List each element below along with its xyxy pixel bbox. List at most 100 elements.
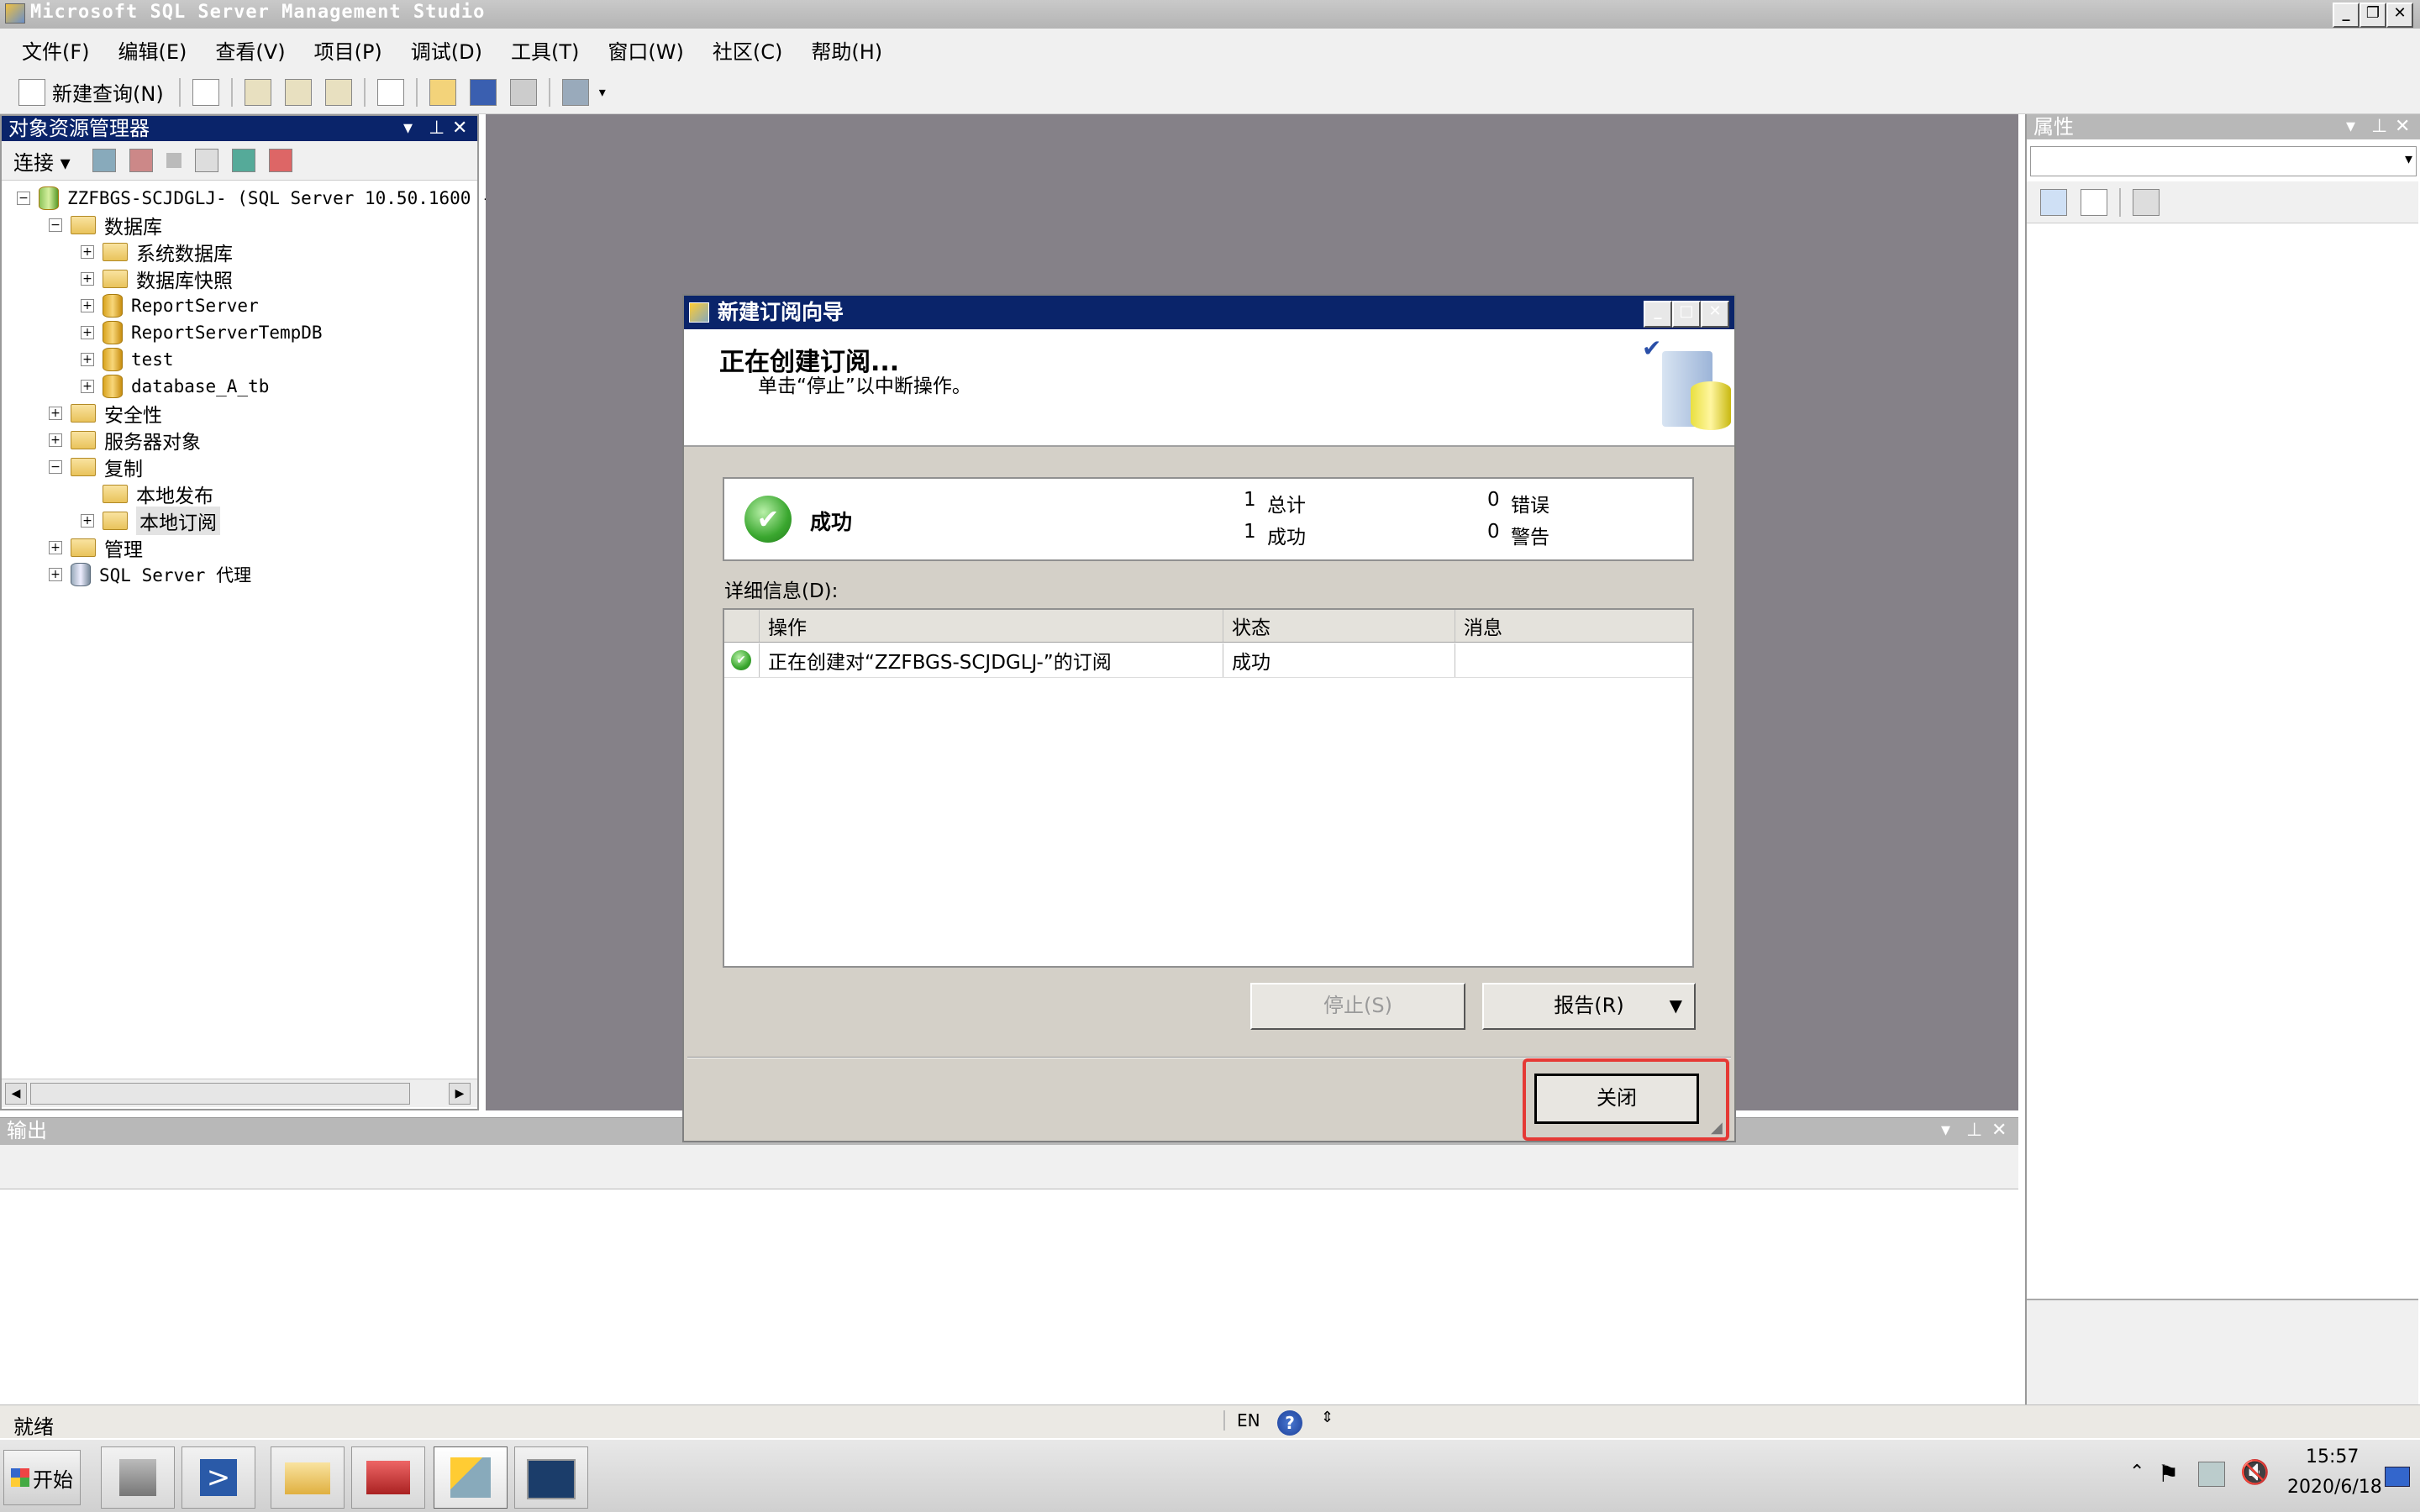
connect-object-icon[interactable]: [92, 149, 116, 172]
activity-monitor-icon[interactable]: [561, 78, 589, 106]
tree-node-security[interactable]: + 安全性: [49, 400, 162, 427]
clock-time[interactable]: 15:57: [2306, 1446, 2359, 1467]
tree-node-local-publications[interactable]: 本地发布: [103, 480, 213, 507]
pin-icon[interactable]: ⊥: [1966, 1118, 1982, 1143]
pin-icon[interactable]: ⊥: [429, 116, 445, 141]
menu-window[interactable]: 窗口(W): [608, 35, 683, 65]
table-row[interactable]: ✔ 正在创建对“ZZFBGS-SCJDGLJ-”的订阅 成功: [724, 643, 1692, 678]
menu-debug[interactable]: 调试(D): [411, 35, 482, 65]
close-button[interactable]: 关闭: [1534, 1074, 1699, 1124]
expand-icon[interactable]: +: [81, 326, 94, 339]
tree-node-db-test[interactable]: + test: [81, 346, 174, 373]
column-header-message[interactable]: 消息: [1455, 610, 1692, 642]
network-icon[interactable]: [2198, 1462, 2225, 1487]
powershell-icon[interactable]: >: [182, 1446, 255, 1509]
tree-node-system-databases[interactable]: + 系统数据库: [81, 239, 233, 265]
collapse-icon[interactable]: −: [49, 218, 62, 232]
explorer-icon[interactable]: [271, 1446, 345, 1509]
close-icon[interactable]: ✕: [1991, 1118, 2007, 1143]
database-engine-query-icon[interactable]: [244, 78, 271, 106]
expand-icon[interactable]: +: [81, 380, 94, 393]
save-icon[interactable]: [469, 78, 497, 106]
stop-button[interactable]: 停止(S): [1250, 983, 1465, 1030]
tree-node-databases[interactable]: − 数据库: [49, 212, 162, 239]
clock-date[interactable]: 2020/6/18: [2287, 1477, 2382, 1498]
help-icon[interactable]: ?: [1277, 1410, 1302, 1436]
sort-alphabetical-icon[interactable]: [2081, 188, 2107, 216]
menu-community[interactable]: 社区(C): [713, 35, 782, 65]
options-icon[interactable]: ⇕: [1321, 1409, 1334, 1426]
tree-node-server-objects[interactable]: + 服务器对象: [49, 427, 201, 454]
report-button[interactable]: 报告(R) ▼: [1482, 983, 1696, 1030]
filter-icon[interactable]: [194, 149, 218, 172]
menu-project[interactable]: 项目(P): [314, 35, 382, 65]
dropdown-arrow-icon[interactable]: ▼: [1670, 984, 1682, 1026]
open-folder-icon[interactable]: [429, 78, 456, 106]
dropdown-icon[interactable]: ▾: [2346, 114, 2355, 139]
dialog-minimize-button[interactable]: _: [1644, 301, 1672, 328]
show-hidden-icons[interactable]: ⌃: [2129, 1462, 2144, 1483]
tree-node-replication[interactable]: − 复制: [49, 454, 143, 480]
close-icon[interactable]: ✕: [2395, 114, 2410, 139]
start-powershell-icon[interactable]: [268, 149, 292, 172]
tree-node-db-reportservertempdb[interactable]: + ReportServerTempDB: [81, 319, 323, 346]
toolbox-icon[interactable]: [351, 1446, 425, 1509]
dropdown-icon[interactable]: ▾: [403, 116, 413, 141]
restore-button[interactable]: ❐: [2360, 3, 2386, 28]
chevron-down-icon[interactable]: ▾: [2405, 150, 2412, 168]
details-grid[interactable]: 操作 状态 消息 ✔ 正在创建对“ZZFBGS-SCJDGLJ-”的订阅 成功: [723, 608, 1694, 968]
scroll-thumb[interactable]: [30, 1083, 410, 1105]
analysis-query-icon[interactable]: [284, 78, 312, 106]
object-selector[interactable]: ▾: [2030, 146, 2417, 176]
volume-muted-icon[interactable]: 🔇: [2240, 1458, 2270, 1486]
pin-icon[interactable]: ⊥: [2371, 114, 2387, 139]
minimize-button[interactable]: _: [2333, 3, 2360, 28]
collapse-icon[interactable]: −: [49, 460, 62, 474]
tree-node-local-subscriptions[interactable]: + 本地订阅: [81, 507, 220, 535]
expand-icon[interactable]: +: [49, 568, 62, 581]
tree-node-management[interactable]: + 管理: [49, 534, 143, 561]
collapse-icon[interactable]: −: [17, 192, 30, 205]
connect-button[interactable]: 连接 ▾: [13, 146, 71, 176]
menu-file[interactable]: 文件(F): [22, 35, 90, 65]
stop-icon[interactable]: [166, 153, 182, 168]
expand-icon[interactable]: +: [81, 299, 94, 312]
tree-node-snapshots[interactable]: + 数据库快照: [81, 265, 233, 292]
dialog-maximize-button[interactable]: □: [1672, 301, 1701, 328]
tree-node-server[interactable]: − ZZFBGS-SCJDGLJ- (SQL Server 10.50.1600…: [17, 185, 492, 212]
disconnect-icon[interactable]: [129, 149, 153, 172]
menu-help[interactable]: 帮助(H): [811, 35, 882, 65]
show-desktop-icon[interactable]: [2385, 1467, 2410, 1487]
ssms-taskbar-icon[interactable]: [434, 1446, 508, 1509]
horizontal-scrollbar[interactable]: ◀ ▶: [2, 1079, 477, 1107]
action-center-flag-icon[interactable]: ⚑: [2158, 1460, 2179, 1488]
xmla-query-icon[interactable]: [324, 78, 352, 106]
column-header-action[interactable]: 操作: [760, 610, 1223, 642]
expand-icon[interactable]: +: [81, 353, 94, 366]
expand-icon[interactable]: +: [49, 407, 62, 420]
start-button[interactable]: 开始: [3, 1450, 81, 1505]
scroll-left-icon[interactable]: ◀: [5, 1083, 27, 1105]
new-file-icon[interactable]: [192, 78, 219, 106]
new-query-button[interactable]: 新建查询(N): [12, 77, 164, 107]
print-icon[interactable]: [509, 78, 537, 106]
server-manager-icon[interactable]: [101, 1446, 175, 1509]
menu-view[interactable]: 查看(V): [215, 35, 285, 65]
property-pages-icon[interactable]: [2133, 188, 2160, 216]
performance-monitor-icon[interactable]: [514, 1446, 588, 1509]
dialog-close-button[interactable]: ✕: [1701, 301, 1729, 328]
close-window-button[interactable]: ✕: [2386, 3, 2413, 28]
copy-icon[interactable]: [376, 78, 404, 106]
expand-icon[interactable]: +: [81, 514, 94, 528]
expand-icon[interactable]: +: [49, 541, 62, 554]
tree-node-db-reportserver[interactable]: + ReportServer: [81, 292, 259, 319]
dropdown-icon[interactable]: ▾: [1941, 1118, 1950, 1143]
column-header-status[interactable]: 状态: [1223, 610, 1455, 642]
toolbar-overflow-icon[interactable]: ▾: [599, 84, 606, 100]
tree-node-db-database-a-tb[interactable]: + database_A_tb: [81, 373, 269, 400]
categorized-icon[interactable]: [2040, 188, 2067, 216]
tree-node-sql-agent[interactable]: + SQL Server 代理: [49, 561, 251, 588]
menu-edit[interactable]: 编辑(E): [118, 35, 187, 65]
expand-icon[interactable]: +: [81, 245, 94, 259]
language-indicator[interactable]: EN: [1223, 1410, 1260, 1431]
